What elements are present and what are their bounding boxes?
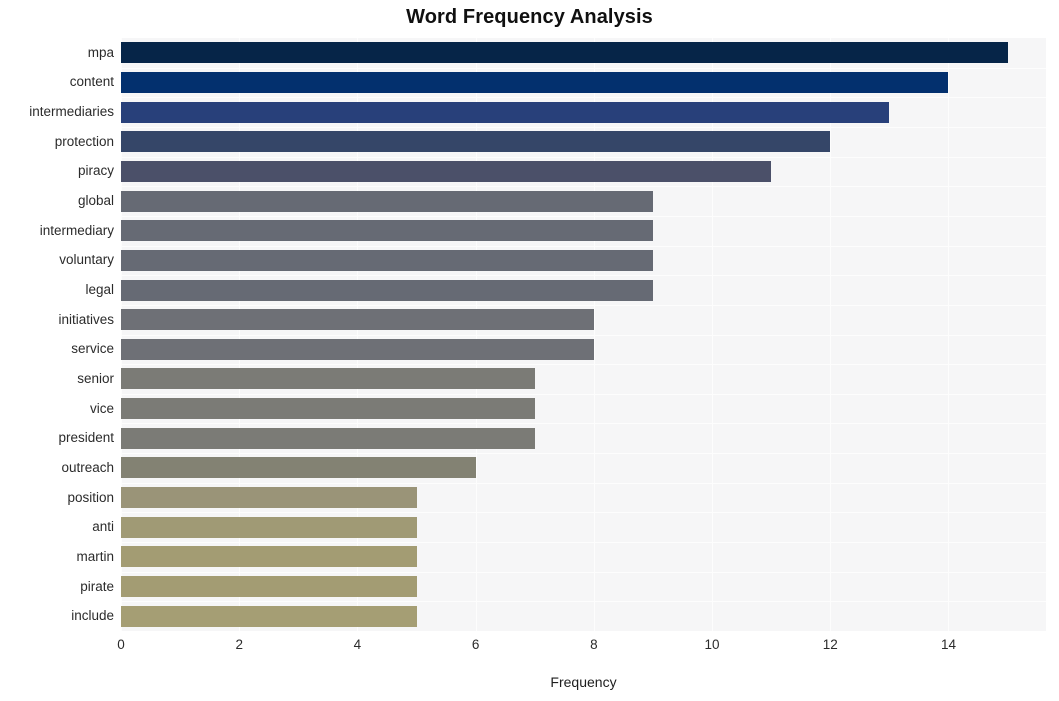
horizontal-gridline xyxy=(121,364,1046,365)
x-axis-tick-label: 4 xyxy=(353,637,362,652)
y-axis-tick-labels: mpa content intermediaries protection piracy… xyxy=(0,38,114,631)
bar xyxy=(121,457,476,479)
x-axis-tick-labels: 0 2 4 6 8 10 12 14 xyxy=(0,637,1059,659)
vertical-gridline xyxy=(948,38,949,631)
y-axis-tick-label: piracy xyxy=(77,163,114,179)
x-axis-tick-label: 6 xyxy=(471,637,480,652)
vertical-gridline xyxy=(239,38,240,631)
y-axis-tick-label: mpa xyxy=(87,44,114,60)
bar xyxy=(121,398,535,420)
y-axis-tick-label: content xyxy=(69,74,114,90)
vertical-gridline xyxy=(594,38,595,631)
x-axis-tick-label: 12 xyxy=(822,637,838,652)
bar xyxy=(121,309,594,331)
x-axis-tick-label: 8 xyxy=(590,637,598,652)
horizontal-gridline xyxy=(121,453,1046,454)
bar xyxy=(121,279,653,301)
bar xyxy=(121,101,890,123)
vertical-gridline xyxy=(712,38,713,631)
bar xyxy=(121,546,417,568)
x-axis-tick-label: 0 xyxy=(117,637,125,652)
y-axis-tick-label: martin xyxy=(76,548,114,564)
chart-title: Word Frequency Analysis xyxy=(406,6,653,28)
bar xyxy=(121,487,417,509)
y-axis-tick-label: senior xyxy=(77,370,114,386)
bar xyxy=(121,576,417,598)
bar xyxy=(121,605,417,627)
horizontal-gridline xyxy=(121,275,1046,276)
y-axis-tick-label: initiatives xyxy=(58,311,114,327)
horizontal-gridline xyxy=(121,216,1046,217)
y-axis-tick-label: legal xyxy=(85,282,114,298)
x-axis-tick-label: 10 xyxy=(704,637,720,652)
bar xyxy=(121,516,417,538)
bar xyxy=(121,368,535,390)
horizontal-gridline xyxy=(121,572,1046,573)
bar xyxy=(121,249,653,271)
horizontal-gridline xyxy=(121,157,1046,158)
y-axis-tick-label: voluntary xyxy=(59,252,114,268)
y-axis-tick-label: intermediary xyxy=(39,222,114,238)
x-axis-tick-label: 14 xyxy=(940,637,956,652)
y-axis-tick-label: protection xyxy=(54,133,114,149)
y-axis-tick-label: vice xyxy=(89,400,114,416)
bar xyxy=(121,71,949,93)
horizontal-gridline xyxy=(121,394,1046,395)
horizontal-gridline xyxy=(121,335,1046,336)
y-axis-tick-label: global xyxy=(77,193,114,209)
y-axis-tick-label: intermediaries xyxy=(29,104,114,120)
horizontal-gridline xyxy=(121,542,1046,543)
bar xyxy=(121,427,535,449)
bar xyxy=(121,42,1008,64)
bar xyxy=(121,190,653,212)
vertical-gridline xyxy=(121,38,122,631)
x-axis-tick-label: 2 xyxy=(235,637,243,652)
horizontal-gridline xyxy=(121,483,1046,484)
horizontal-gridline xyxy=(121,246,1046,247)
y-axis-tick-label: include xyxy=(71,608,114,624)
horizontal-gridline xyxy=(121,512,1046,513)
chart-figure: Word Frequency Analysis mpa content interm… xyxy=(0,0,1059,701)
horizontal-gridline xyxy=(121,601,1046,602)
horizontal-gridline xyxy=(121,423,1046,424)
horizontal-gridline xyxy=(121,186,1046,187)
y-axis-tick-label: pirate xyxy=(80,578,114,594)
plot-area xyxy=(121,38,1046,631)
vertical-gridline xyxy=(476,38,477,631)
vertical-gridline xyxy=(357,38,358,631)
horizontal-gridline xyxy=(121,68,1046,69)
horizontal-gridline xyxy=(121,305,1046,306)
y-axis-tick-label: president xyxy=(58,430,114,446)
horizontal-gridline xyxy=(121,127,1046,128)
horizontal-gridline xyxy=(121,97,1046,98)
y-axis-tick-label: service xyxy=(71,341,114,357)
bar xyxy=(121,338,594,360)
y-axis-tick-label: outreach xyxy=(61,459,114,475)
bar xyxy=(121,131,831,153)
y-axis-tick-label: anti xyxy=(92,519,114,535)
y-axis-tick-label: position xyxy=(67,489,114,505)
bar xyxy=(121,160,772,182)
vertical-gridline xyxy=(830,38,831,631)
x-axis-title: Frequency xyxy=(550,674,617,690)
bar xyxy=(121,220,653,242)
